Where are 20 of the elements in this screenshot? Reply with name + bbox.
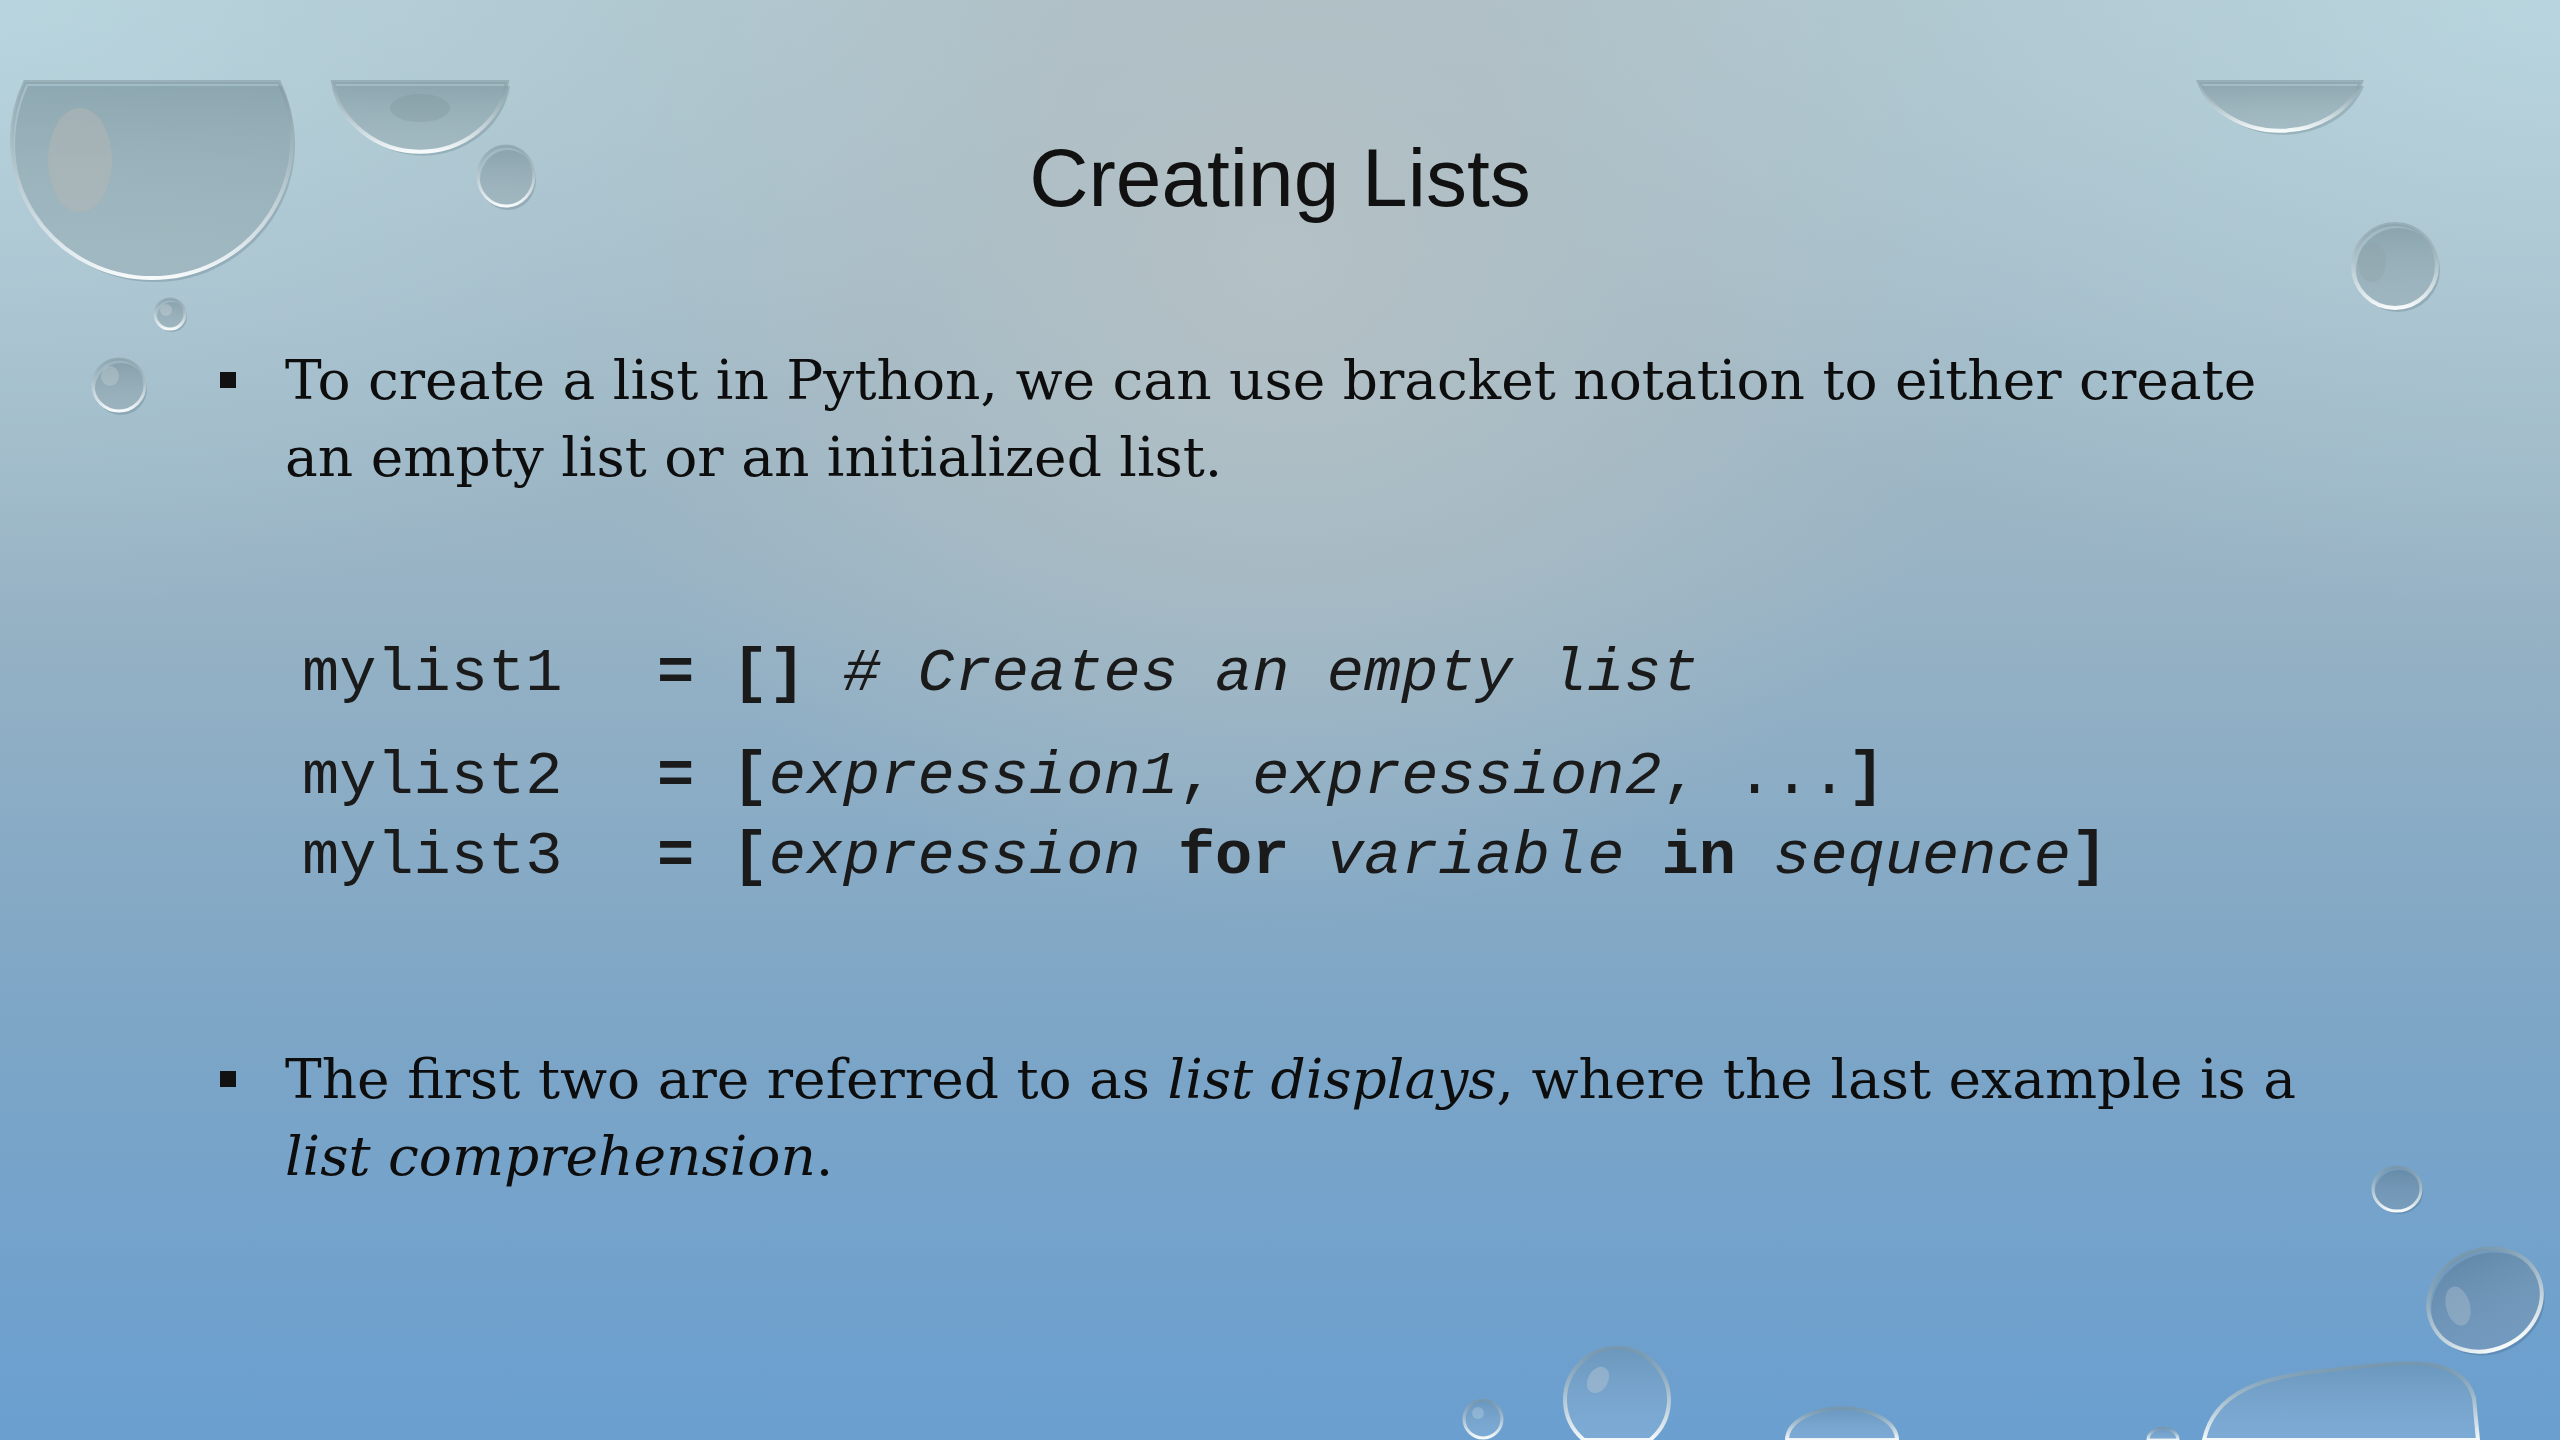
- water-drop-icon: [1462, 1398, 1504, 1440]
- bullet-icon: [220, 372, 236, 388]
- water-drop-icon: [10, 80, 295, 282]
- water-drop-icon: [2146, 1426, 2180, 1440]
- water-drop-icon: [153, 297, 187, 332]
- bullet-icon: [220, 1071, 236, 1087]
- water-drop-icon: [2426, 1246, 2545, 1356]
- code-line: mylist1 = [] # Creates an empty list: [302, 637, 1699, 711]
- bullet-text: The first two are referred to as list displays, where the last example is a list comprehension.: [285, 1046, 2297, 1190]
- code-line: mylist3 = [expression for variable in sequence]: [302, 820, 2109, 894]
- slide-title: Creating Lists: [1029, 131, 1531, 225]
- water-drop-icon: [2197, 80, 2364, 135]
- water-drop-icon: [1563, 1345, 1671, 1440]
- water-drop-icon: [2202, 1361, 2480, 1440]
- water-drop-icon: [91, 357, 147, 415]
- water-drop-icon: [2351, 222, 2440, 312]
- water-drop-icon: [2371, 1165, 2423, 1214]
- code-line: mylist2 = [expression1, expression2, ...]: [302, 740, 1885, 814]
- bullet-text: To create a list in Python, we can use bracket notation to either create an empty list or an initialized list.: [285, 347, 2258, 491]
- water-drop-icon: [1785, 1406, 1899, 1440]
